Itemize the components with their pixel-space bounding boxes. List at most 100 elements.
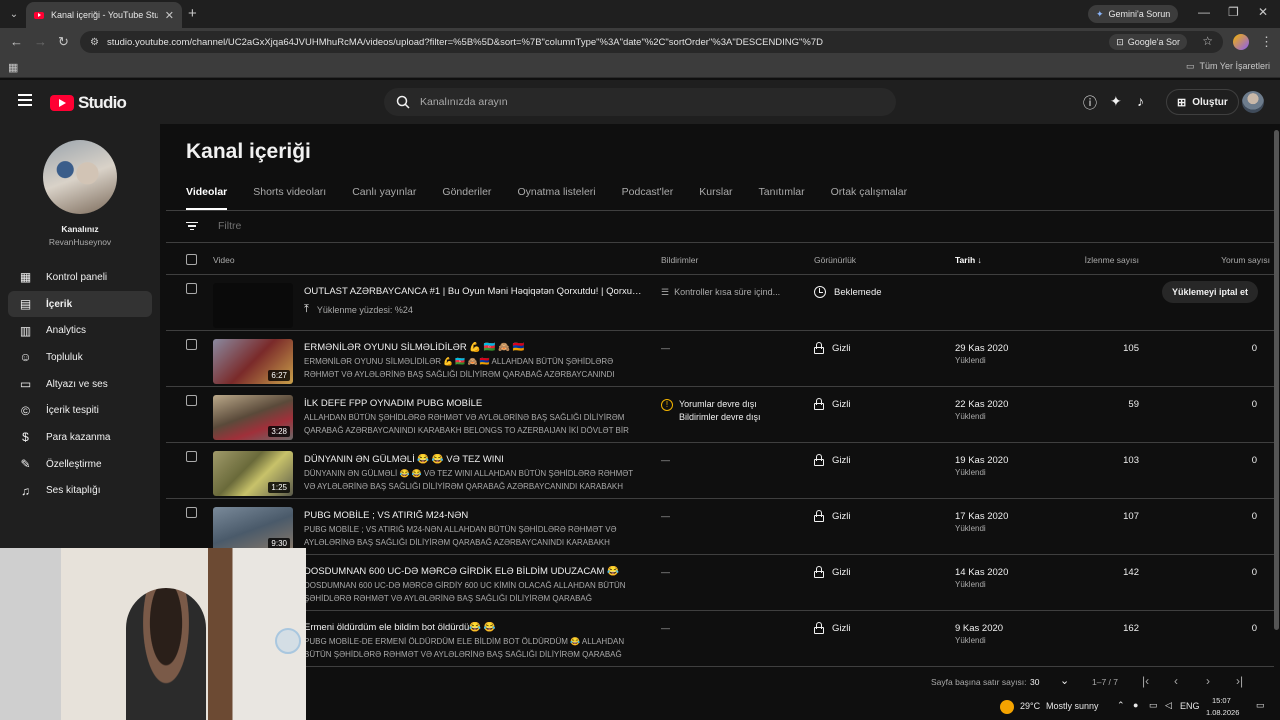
tab-videos[interactable]: Videolar: [186, 186, 228, 210]
video-title[interactable]: DOSDUMNAN 600 UC-DƏ MƏRCƏ GİRDİK ELƏ BİL…: [304, 566, 644, 577]
clock-time[interactable]: 15:07: [1212, 696, 1231, 705]
video-thumbnail[interactable]: [213, 283, 293, 328]
visibility-cell[interactable]: Gizli: [814, 398, 850, 410]
sidebar-item-subtitles[interactable]: ▭ Altyazı ve ses: [8, 371, 152, 398]
site-info-icon[interactable]: ⚙: [90, 37, 99, 48]
account-avatar[interactable]: [1242, 91, 1264, 113]
tab-search-icon[interactable]: ⌄: [4, 4, 24, 24]
filter-icon[interactable]: [186, 221, 198, 231]
row-checkbox[interactable]: [186, 283, 197, 294]
tab-posts[interactable]: Gönderiler: [442, 186, 491, 210]
reload-icon[interactable]: ↻: [58, 34, 69, 50]
notification-center-icon[interactable]: ▭: [1256, 700, 1265, 711]
video-thumbnail[interactable]: 9:30: [213, 507, 293, 552]
search-bar[interactable]: [384, 88, 896, 116]
sidebar-item-audio-library[interactable]: ♫ Ses kitaplığı: [8, 478, 152, 505]
cancel-upload-button[interactable]: Yüklemeyi iptal et: [1161, 281, 1258, 303]
tab-playlists[interactable]: Oynatma listeleri: [517, 186, 595, 210]
clock-date[interactable]: 1.08.2026: [1206, 708, 1239, 717]
weather-icon[interactable]: [1000, 700, 1014, 714]
sparkle-icon[interactable]: ✦: [1110, 93, 1122, 110]
table-row[interactable]: 9:30 PUBG MOBİLE ; VS ATIRIĞ M24-NƏN PUB…: [166, 499, 1274, 555]
bookmark-star-icon[interactable]: ☆: [1202, 34, 1213, 48]
video-thumbnail[interactable]: 1:25: [213, 451, 293, 496]
table-row[interactable]: 3:28 İLK DEFE FPP OYNADIM PUBG MOBİLE AL…: [166, 387, 1274, 443]
back-icon[interactable]: ←: [10, 34, 23, 49]
video-title[interactable]: Ermeni öldürdüm ele bildim bot öldürdü😂 …: [304, 622, 644, 633]
maximize-icon[interactable]: ❐: [1228, 5, 1239, 19]
visibility-cell[interactable]: Gizli: [814, 454, 850, 466]
minimize-icon[interactable]: —: [1198, 5, 1210, 19]
next-page-icon[interactable]: ›: [1206, 674, 1210, 688]
help-icon[interactable]: ⓘ: [1083, 93, 1097, 113]
all-bookmarks-button[interactable]: ▭ Tüm Yer İşaretleri: [1186, 61, 1270, 72]
tab-shorts[interactable]: Shorts videoları: [253, 186, 326, 210]
tab-live[interactable]: Canlı yayınlar: [352, 186, 416, 210]
restriction-warning[interactable]: ! Yorumlar devre dışı Bildirimler devre …: [661, 398, 761, 424]
table-row[interactable]: DOSDUMNAN 600 UC-DƏ MƏRCƏ GİRDİK ELƏ BİL…: [166, 555, 1274, 611]
sidebar-item-monetization[interactable]: $ Para kazanma: [8, 424, 152, 451]
volume-icon[interactable]: ◁: [1165, 700, 1172, 711]
first-page-icon[interactable]: |‹: [1142, 674, 1149, 688]
video-title[interactable]: PUBG MOBİLE ; VS ATIRIĞ M24-NƏN: [304, 510, 644, 521]
channel-avatar[interactable]: [43, 140, 117, 214]
tab-collaborations[interactable]: Ortak çalışmalar: [831, 186, 907, 210]
language-indicator[interactable]: ENG: [1180, 701, 1200, 711]
tab-podcasts[interactable]: Podcast'ler: [622, 186, 674, 210]
table-row[interactable]: 6:27 ERMƏNİLƏR OYUNU SİLMƏLİDİLƏR 💪 🇦🇿 🙈…: [166, 331, 1274, 387]
browser-tab[interactable]: Kanal içeriği - YouTube Studio ✕: [26, 2, 182, 28]
forward-icon[interactable]: →: [34, 34, 47, 49]
sidebar-item-content[interactable]: ▤ İçerik: [8, 290, 152, 318]
table-row-uploading[interactable]: OUTLAST AZƏRBAYCANCA #1 | Bu Oyun Məni H…: [166, 275, 1274, 331]
microphone-icon[interactable]: ●: [1133, 700, 1138, 710]
tab-promotions[interactable]: Tanıtımlar: [759, 186, 805, 210]
visibility-cell[interactable]: Gizli: [814, 622, 850, 634]
video-title[interactable]: İLK DEFE FPP OYNADIM PUBG MOBİLE: [304, 398, 644, 409]
channel-name[interactable]: RevanHuseynov: [0, 237, 160, 247]
notifications-bell-icon[interactable]: ♪: [1137, 93, 1144, 109]
studio-logo[interactable]: Studio: [50, 93, 127, 113]
video-thumbnail[interactable]: 6:27: [213, 339, 293, 384]
tab-close-icon[interactable]: ✕: [165, 9, 174, 22]
chevron-down-icon[interactable]: ⌄: [1060, 674, 1069, 687]
close-window-icon[interactable]: ✕: [1258, 5, 1268, 19]
browser-menu-icon[interactable]: ⋮: [1260, 34, 1273, 50]
row-checkbox[interactable]: [186, 395, 197, 406]
rows-per-page-value[interactable]: 30: [1030, 677, 1039, 687]
new-tab-icon[interactable]: +: [188, 5, 197, 22]
sidebar-item-analytics[interactable]: ▥ Analytics: [8, 317, 152, 344]
sidebar-item-dashboard[interactable]: ▦ Kontrol paneli: [8, 264, 152, 291]
visibility-cell[interactable]: Gizli: [814, 510, 850, 522]
sidebar-item-customization[interactable]: ✎ Özelleştirme: [8, 451, 152, 478]
extension-icon[interactable]: [1233, 34, 1249, 50]
url-text[interactable]: studio.youtube.com/channel/UC2aGxXjqa64J…: [107, 37, 1007, 48]
google-ask-button[interactable]: ⊡ Google'a Sor: [1109, 34, 1187, 50]
gemini-button[interactable]: ✦ Gemini'a Sorun: [1088, 5, 1179, 23]
video-title[interactable]: OUTLAST AZƏRBAYCANCA #1 | Bu Oyun Məni H…: [304, 286, 644, 297]
row-checkbox[interactable]: [186, 451, 197, 462]
row-checkbox[interactable]: [186, 339, 197, 350]
column-header-date[interactable]: Tarih ↓: [955, 255, 982, 265]
search-input[interactable]: [420, 96, 860, 108]
video-title[interactable]: DÜNYANIN ƏN GÜLMƏLİ 😂 😂 VƏ TEZ WINI: [304, 454, 644, 465]
visibility-cell[interactable]: Gizli: [814, 342, 850, 354]
create-button[interactable]: ⊞ Oluştur: [1166, 89, 1239, 115]
visibility-cell[interactable]: Gizli: [814, 566, 850, 578]
last-page-icon[interactable]: ›|: [1236, 674, 1243, 688]
page-scrollbar[interactable]: [1274, 130, 1279, 630]
table-row[interactable]: 1:25 DÜNYANIN ƏN GÜLMƏLİ 😂 😂 VƏ TEZ WINI…: [166, 443, 1274, 499]
video-title[interactable]: ERMƏNİLƏR OYUNU SİLMƏLİDİLƏR 💪 🇦🇿 🙈 🇦🇲: [304, 342, 644, 353]
sidebar-item-copyright[interactable]: © İçerik tespiti: [8, 397, 152, 424]
sidebar-item-community[interactable]: ☺ Topluluk: [8, 344, 152, 371]
select-all-checkbox[interactable]: [186, 254, 197, 265]
network-icon[interactable]: ▭: [1149, 700, 1158, 711]
apps-grid-icon[interactable]: ▦: [8, 61, 18, 74]
address-bar[interactable]: ⚙ studio.youtube.com/channel/UC2aGxXjqa6…: [80, 31, 1223, 53]
hamburger-menu-icon[interactable]: [18, 94, 32, 106]
tray-chevron-up-icon[interactable]: ⌃: [1117, 700, 1125, 711]
prev-page-icon[interactable]: ‹: [1174, 674, 1178, 688]
tab-courses[interactable]: Kurslar: [699, 186, 732, 210]
table-row[interactable]: Ermeni öldürdüm ele bildim bot öldürdü😂 …: [166, 611, 1274, 667]
row-checkbox[interactable]: [186, 507, 197, 518]
video-thumbnail[interactable]: 3:28: [213, 395, 293, 440]
